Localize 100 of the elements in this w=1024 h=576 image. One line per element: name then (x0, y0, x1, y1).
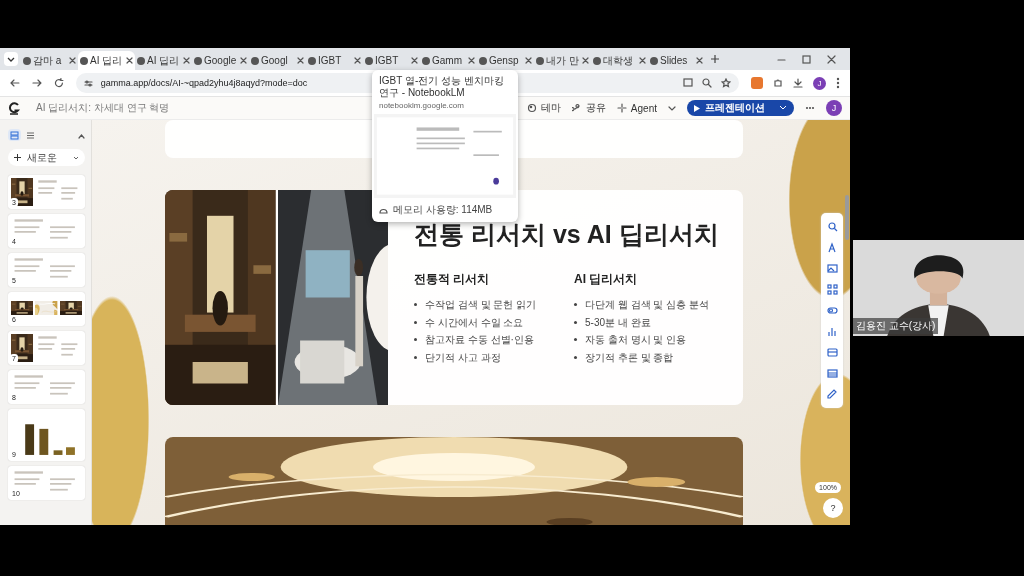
tab-preview-url: notebooklm.google.com (378, 100, 465, 112)
tab-list-icon[interactable] (4, 52, 18, 66)
back-icon[interactable] (10, 78, 20, 88)
view-toggle[interactable] (24, 129, 37, 141)
slide-title: 전통 리서치 vs AI 딥리서치 (414, 219, 720, 250)
bullet-icon (574, 338, 577, 342)
browser-tab[interactable]: IGBT (363, 51, 420, 70)
browser-tab[interactable]: Gensp (477, 51, 534, 70)
pen-icon[interactable] (826, 389, 838, 400)
image-icon[interactable] (826, 263, 838, 274)
favicon-icon (80, 56, 88, 65)
browser-tab[interactable]: 대학생 (591, 51, 648, 70)
close-icon[interactable] (411, 57, 418, 64)
favicon-icon (23, 56, 31, 65)
site-settings-icon (83, 78, 93, 88)
bullet-text: 수 시간에서 수일 소요 (425, 315, 524, 330)
browser-tab[interactable]: AI 딥리 (135, 51, 192, 70)
user-avatar[interactable]: J (826, 100, 842, 116)
browser-tab[interactable]: Googl (249, 51, 306, 70)
bullet-icon (414, 338, 417, 342)
bullet-text: 5-30분 내 완료 (585, 315, 651, 330)
more-icon[interactable] (836, 77, 840, 89)
palette-icon (526, 103, 537, 113)
present-button[interactable]: 프레젠테이션 (687, 100, 794, 116)
bullet-text: 장기적 추론 및 종합 (585, 350, 674, 365)
favicon-icon (536, 56, 544, 65)
logo-icon[interactable] (8, 101, 20, 115)
favicon-icon (593, 56, 601, 65)
bullet-text: 참고자료 수동 선별·인용 (425, 333, 534, 347)
browser-tab[interactable]: 감마 a (21, 51, 78, 70)
header-button[interactable]: Agent (616, 102, 657, 114)
toggle-icon[interactable] (826, 305, 838, 316)
favicon-icon (365, 56, 373, 65)
browser-tab[interactable]: Google (192, 51, 249, 70)
close-icon[interactable] (126, 57, 133, 64)
forward-icon[interactable] (31, 78, 42, 88)
bullet-text: 다단계 웹 검색 및 심층 분석 (585, 298, 709, 312)
zoom-icon[interactable] (702, 78, 712, 88)
new-tab-icon[interactable] (709, 53, 721, 65)
caret-icon (778, 104, 788, 112)
close-icon[interactable] (183, 57, 190, 64)
search-icon[interactable] (826, 221, 838, 232)
cast-icon[interactable] (683, 78, 693, 88)
header-button[interactable]: 테마 (526, 101, 561, 115)
card-icon[interactable] (826, 347, 838, 358)
table-icon[interactable] (826, 368, 838, 379)
extension-icon[interactable] (751, 77, 763, 89)
close-icon[interactable] (525, 57, 532, 64)
browser-tab[interactable]: IGBT (306, 51, 363, 70)
help-button[interactable]: ? (823, 498, 843, 518)
column-heading: AI 딥리서치 (574, 271, 639, 288)
close-icon[interactable] (297, 57, 304, 64)
grid-icon[interactable] (826, 284, 838, 295)
close-icon[interactable] (354, 57, 361, 64)
plus-icon (14, 154, 21, 161)
favicon-icon (479, 56, 487, 65)
link-icon (571, 103, 582, 113)
collapse-icon[interactable] (78, 133, 85, 140)
favicon-icon (422, 56, 430, 65)
header-button[interactable]: 공유 (571, 101, 606, 115)
memory-usage: 메모리 사용량: 114MB (372, 198, 518, 222)
bar-chart-icon[interactable] (826, 326, 838, 337)
browser-tab[interactable]: AI 딥리 (78, 51, 135, 70)
bullet-text: 단기적 사고 과정 (425, 350, 501, 365)
close-icon[interactable] (582, 57, 589, 64)
view-toggle[interactable] (8, 129, 21, 141)
profile-avatar[interactable]: J (813, 76, 826, 90)
browser-tab[interactable]: 내가 만 (534, 51, 591, 70)
reload-icon[interactable] (53, 78, 64, 88)
participant-name: 김용진 교수(강사) (853, 318, 939, 334)
favicon-icon (308, 56, 316, 65)
favicon-icon (650, 56, 658, 65)
caret-icon[interactable] (668, 104, 676, 112)
column-heading: 전통적 리서치 (414, 271, 491, 288)
bookmark-star-icon[interactable] (721, 78, 731, 88)
browser-tab[interactable]: Slides (648, 51, 705, 70)
bullet-icon (414, 320, 417, 324)
bullet-icon (574, 303, 577, 307)
close-icon[interactable] (827, 54, 836, 64)
new-slide-button[interactable]: 새로운 (8, 149, 85, 166)
bullet-icon (414, 355, 417, 359)
download-icon[interactable] (793, 78, 803, 88)
more-icon[interactable] (805, 106, 815, 110)
text-style-icon[interactable] (826, 242, 838, 253)
close-icon[interactable] (240, 57, 247, 64)
favicon-icon (251, 56, 259, 65)
browser-tab[interactable]: Gamm (420, 51, 477, 70)
bullet-icon (574, 355, 577, 359)
close-icon[interactable] (69, 57, 76, 64)
bullet-text: 자동 출처 명시 및 인용 (585, 333, 687, 347)
favicon-icon (137, 56, 145, 65)
close-icon[interactable] (696, 57, 703, 64)
bullet-text: 수작업 검색 및 문헌 읽기 (425, 298, 537, 312)
bullet-icon (574, 320, 577, 324)
scrollbar[interactable] (845, 195, 849, 240)
close-icon[interactable] (468, 57, 475, 64)
favicon-icon (194, 56, 202, 65)
maximize-icon[interactable] (802, 54, 811, 64)
close-icon[interactable] (639, 57, 646, 64)
play-icon (693, 104, 700, 112)
